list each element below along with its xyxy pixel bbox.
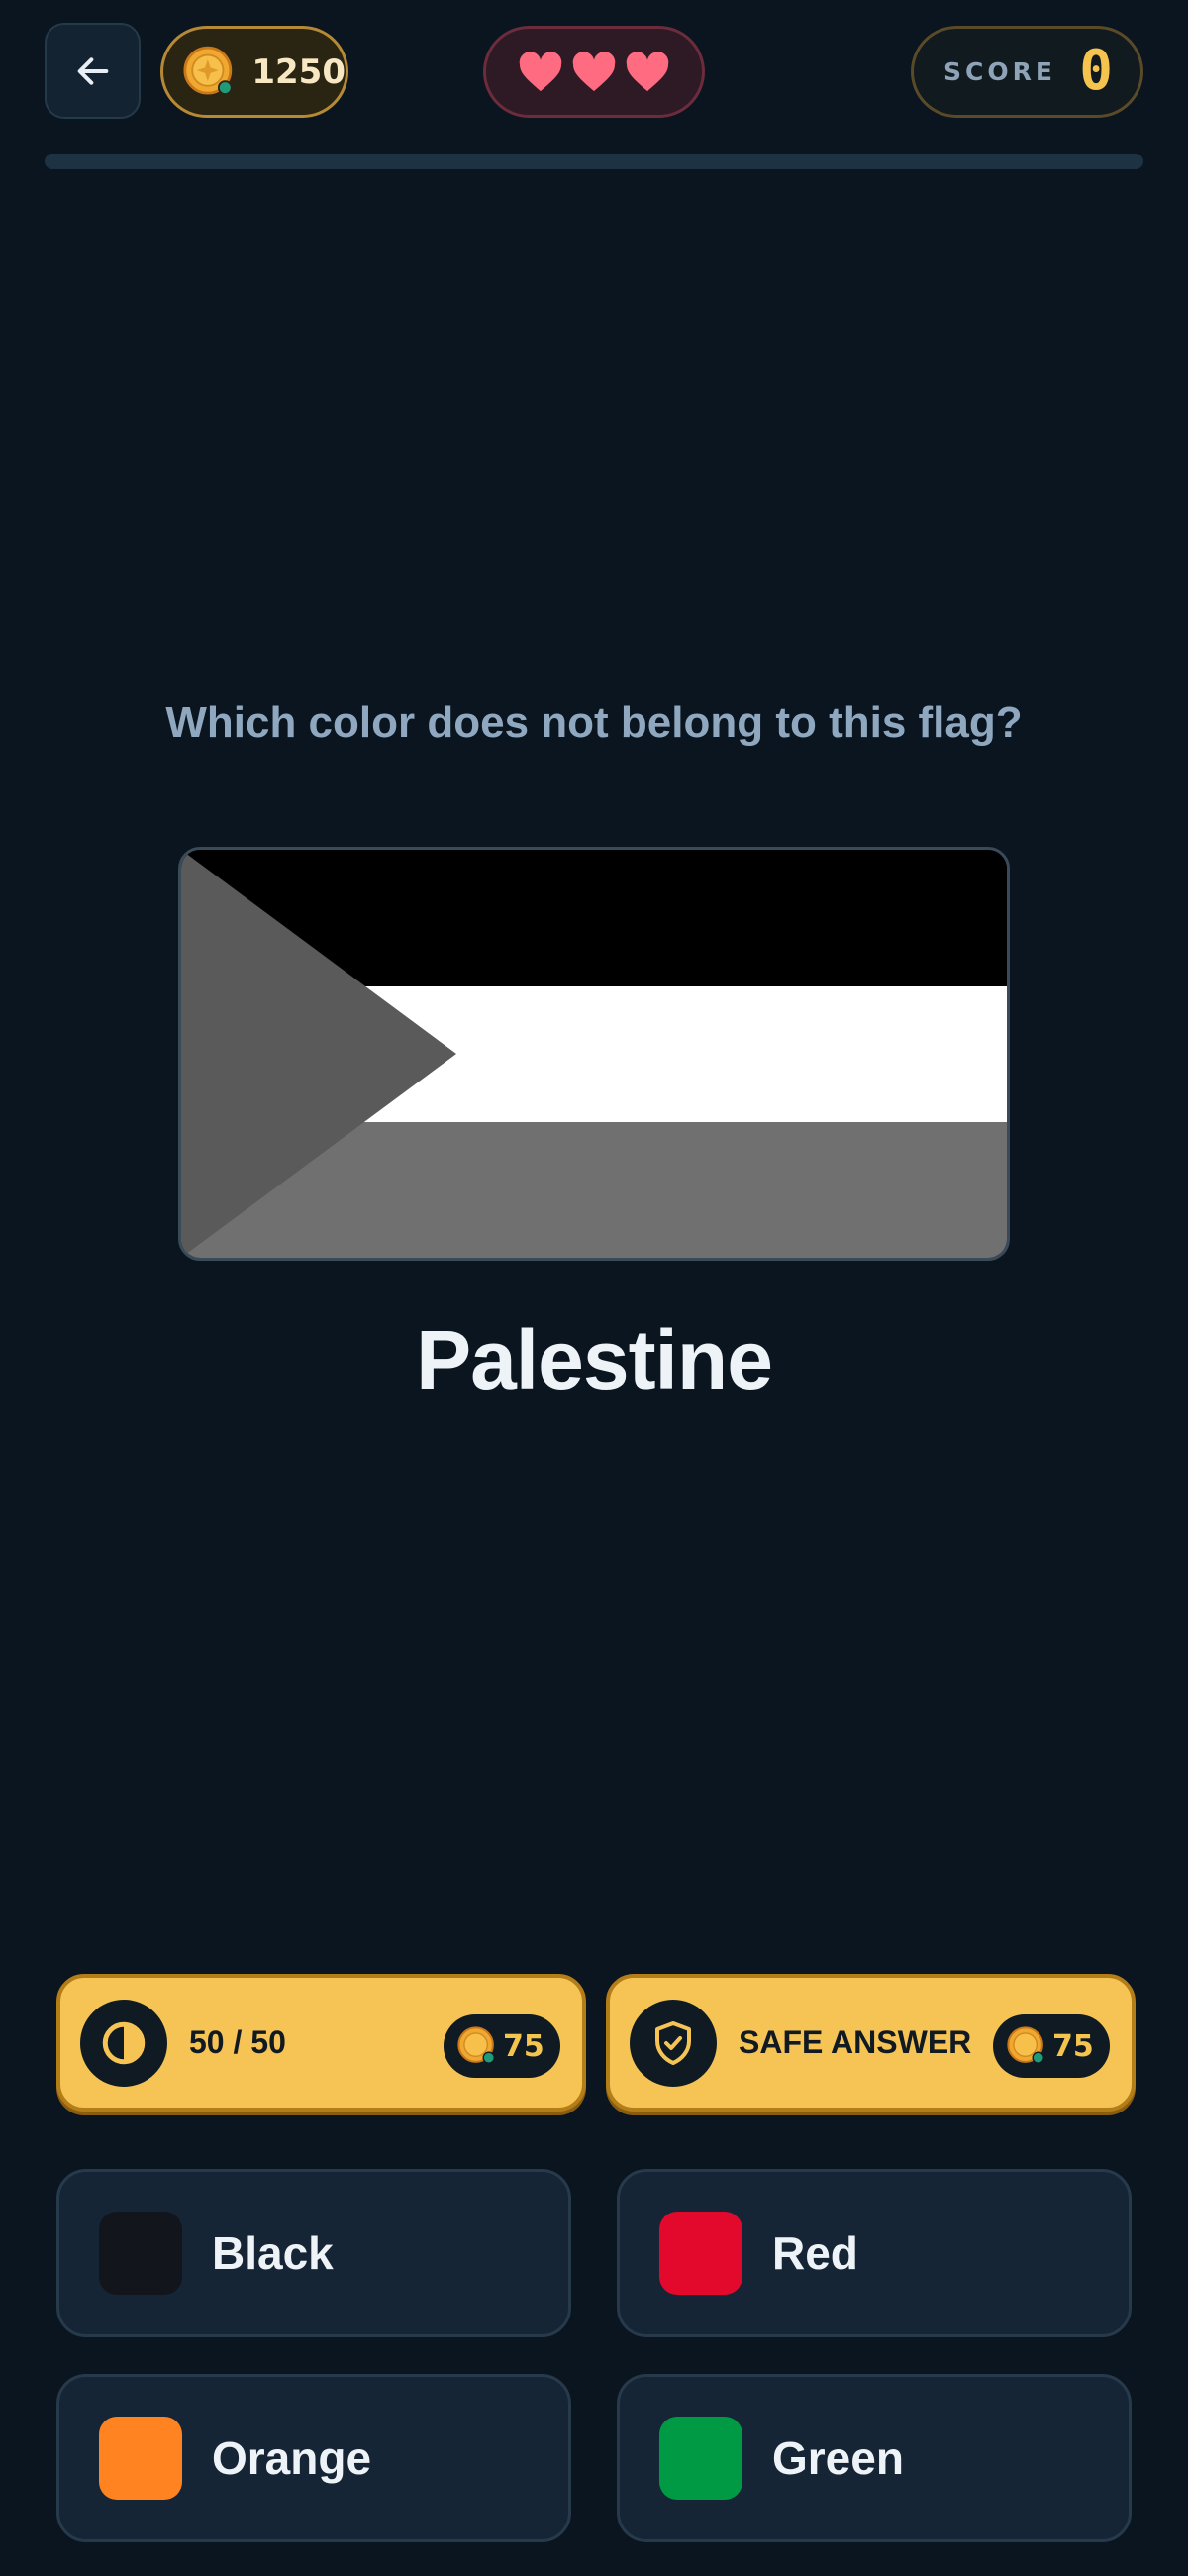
answer-label: Green — [772, 2432, 904, 2484]
country-name: Palestine — [416, 1313, 773, 1406]
half-circle-icon — [80, 1999, 167, 2087]
color-swatch — [659, 2417, 742, 2500]
score-value: 0 — [1079, 39, 1113, 103]
answer-label: Black — [212, 2227, 334, 2279]
flag-image — [178, 847, 1010, 1261]
coin-icon — [183, 46, 233, 95]
heart-icon — [626, 51, 669, 91]
coin-balance: 1250 — [160, 26, 348, 118]
answer-option-red[interactable]: Red — [617, 2169, 1132, 2337]
color-swatch — [659, 2212, 742, 2295]
safe-answer-button[interactable]: SAFE ANSWER 75 — [606, 1974, 1136, 2112]
arrow-left-icon — [77, 56, 108, 85]
progress-bar — [45, 154, 1143, 169]
heart-icon — [572, 51, 616, 91]
answer-label: Orange — [212, 2432, 372, 2484]
lives-indicator — [483, 26, 705, 118]
cost-value: 75 — [1052, 2028, 1094, 2064]
coin-count: 1250 — [251, 52, 346, 92]
score-display: SCORE 0 — [911, 26, 1143, 118]
heart-icon — [519, 51, 562, 91]
cost-value: 75 — [503, 2028, 544, 2064]
safe-answer-cost: 75 — [993, 2014, 1110, 2078]
score-label: SCORE — [943, 57, 1056, 86]
shield-check-icon — [630, 1999, 717, 2087]
color-swatch — [99, 2417, 182, 2500]
question-prompt: Which color does not belong to this flag… — [165, 698, 1023, 747]
color-swatch — [99, 2212, 182, 2295]
fifty-fifty-cost: 75 — [444, 2014, 560, 2078]
fifty-fifty-label: 50 / 50 — [189, 2024, 286, 2060]
coin-icon — [457, 2026, 495, 2064]
game-screen: 1250 SCORE 0 Which color does not belong… — [0, 0, 1188, 2576]
fifty-fifty-button[interactable]: 50 / 50 75 — [56, 1974, 586, 2112]
answer-option-orange[interactable]: Orange — [56, 2374, 571, 2542]
answer-option-green[interactable]: Green — [617, 2374, 1132, 2542]
coin-icon — [1007, 2026, 1044, 2064]
answer-label: Red — [772, 2227, 858, 2279]
safe-answer-label: SAFE ANSWER — [739, 2024, 972, 2060]
back-button[interactable] — [45, 23, 141, 119]
answer-option-black[interactable]: Black — [56, 2169, 571, 2337]
